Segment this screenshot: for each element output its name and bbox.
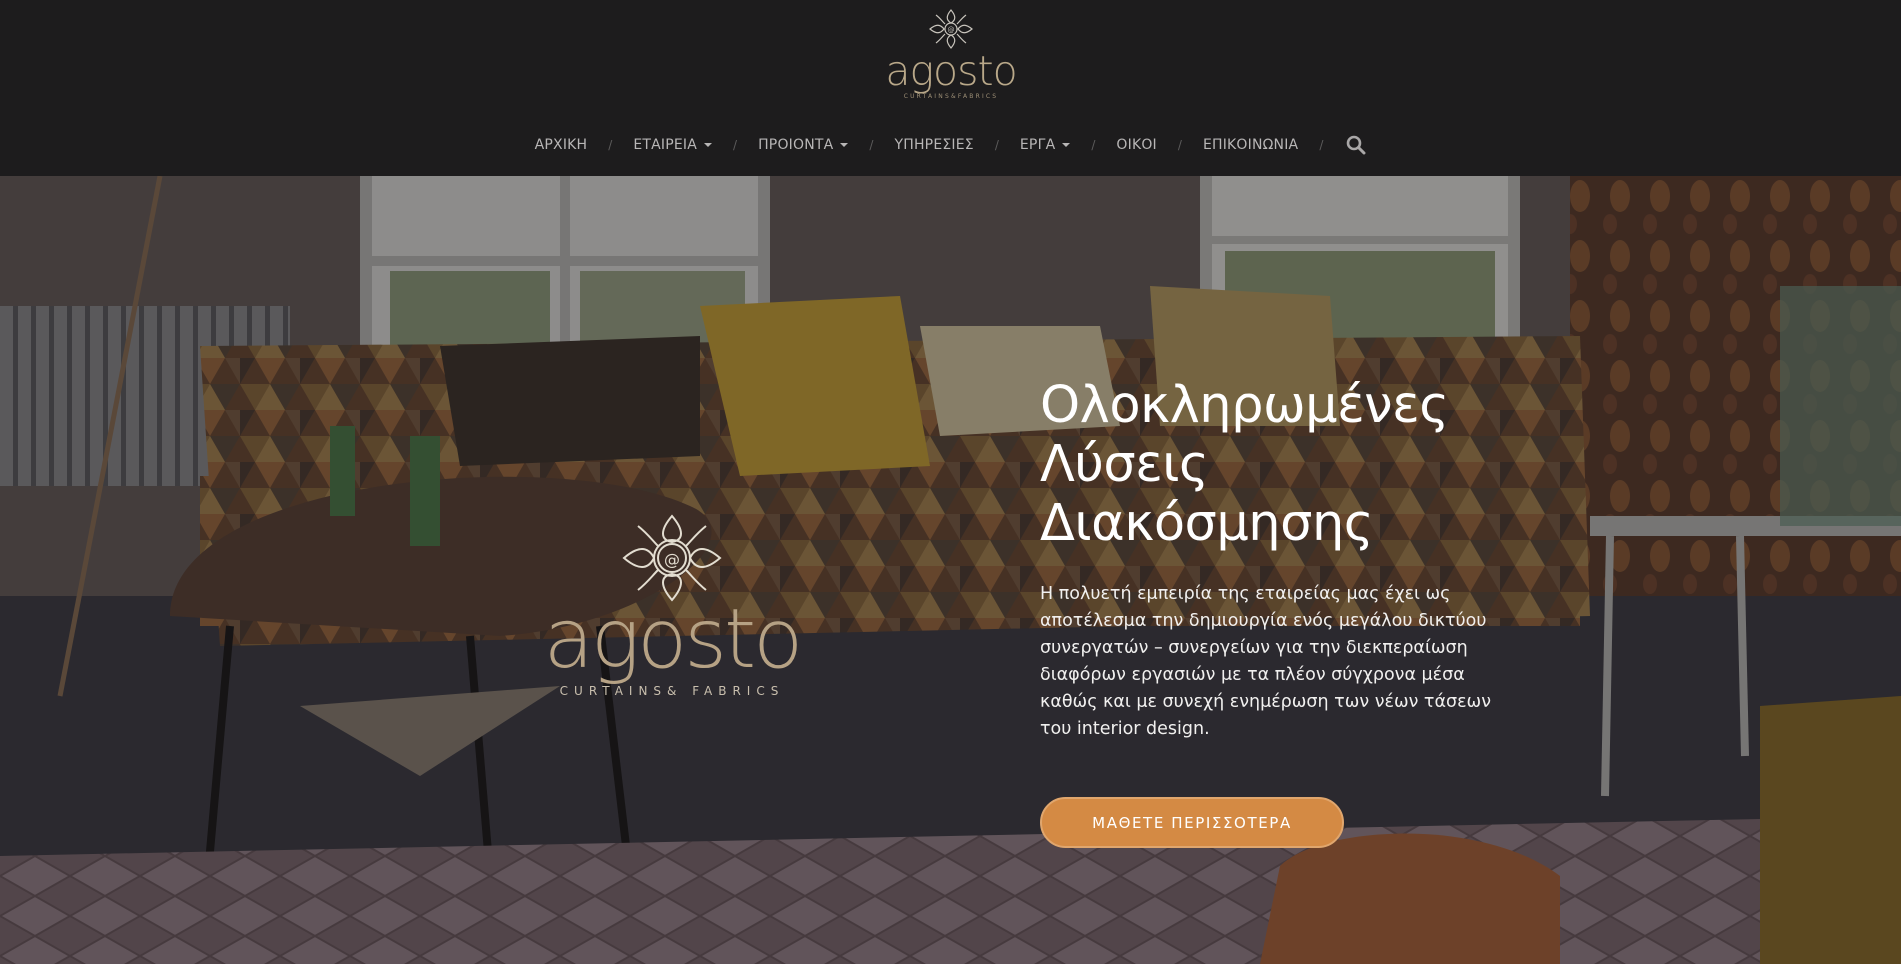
- site-header: @ agosto CURTAINS&FABRICS ΑΡΧΙΚΗ / ΕΤΑΙΡ…: [0, 0, 1901, 176]
- main-nav: ΑΡΧΙΚΗ / ΕΤΑΙΡΕΙΑ / ΠΡΟΙΟΝΤΑ / ΥΠΗΡΕΣΙΕΣ…: [0, 130, 1901, 160]
- search-icon: [1347, 135, 1366, 155]
- hero-title-line: Διακόσμησης: [1040, 494, 1374, 553]
- nav-item-houses[interactable]: ΟΙΚΟΙ: [1116, 137, 1156, 153]
- nav-label: ΟΙΚΟΙ: [1116, 137, 1157, 153]
- hero-section: @ agosto CURTAINS& FABRICS Ολοκληρωμένες…: [0, 176, 1901, 964]
- nav-separator: /: [869, 138, 874, 152]
- nav-separator: /: [1319, 138, 1324, 152]
- hero-logo-tagline: CURTAINS& FABRICS: [559, 684, 785, 698]
- nav-label: ΕΠΙΚΟΙΝΩΝΙΑ: [1202, 137, 1299, 153]
- hero-logo-wordmark: agosto: [543, 592, 804, 687]
- hero-title-line: Λύσεις: [1040, 435, 1209, 494]
- caret-down-icon: [840, 143, 849, 147]
- nav-item-projects[interactable]: ΕΡΓΑ: [1019, 137, 1071, 153]
- hero-overlay: [0, 176, 1901, 964]
- nav-separator: /: [994, 138, 999, 152]
- caret-down-icon: [704, 143, 713, 147]
- hero-logo: @ agosto CURTAINS& FABRICS: [544, 512, 803, 712]
- nav-label: ΠΡΟΙΟΝΤΑ: [758, 137, 834, 153]
- nav-separator: /: [733, 138, 738, 152]
- learn-more-button[interactable]: ΜΑΘΕΤΕ ΠΕΡΙΣΣΟΤΕΡΑ: [1040, 797, 1344, 848]
- nav-separator: /: [1091, 138, 1096, 152]
- nav-label: ΕΤΑΙΡΕΙΑ: [633, 137, 698, 153]
- nav-item-products[interactable]: ΠΡΟΙΟΝΤΑ: [758, 137, 849, 153]
- logo-emblem-icon: @: [929, 9, 973, 49]
- hero-title: Ολοκληρωμένες Λύσεις Διακόσμησης: [1040, 376, 1560, 553]
- svg-text:@: @: [664, 550, 680, 569]
- nav-item-services[interactable]: ΥΠΗΡΕΣΙΕΣ: [894, 137, 973, 153]
- hero-title-line: Ολοκληρωμένες: [1040, 376, 1449, 435]
- nav-label: ΥΠΗΡΕΣΙΕΣ: [894, 137, 974, 153]
- svg-text:@: @: [948, 26, 955, 34]
- logo-wordmark: agosto: [885, 47, 1017, 95]
- nav-item-contact[interactable]: ΕΠΙΚΟΙΝΩΝΙΑ: [1203, 137, 1298, 153]
- nav-item-company[interactable]: ΕΤΑΙΡΕΙΑ: [633, 137, 713, 153]
- nav-label: ΑΡΧΙΚΗ: [534, 137, 588, 153]
- caret-down-icon: [1062, 143, 1071, 147]
- logo-emblem-icon: @: [622, 514, 722, 602]
- site-logo[interactable]: @ agosto CURTAINS&FABRICS: [885, 6, 1018, 110]
- logo-tagline: CURTAINS&FABRICS: [903, 93, 999, 100]
- hero-description: Η πολυετή εμπειρία της εταιρείας μας έχε…: [1040, 584, 1491, 739]
- nav-separator: /: [608, 138, 613, 152]
- nav-separator: /: [1177, 138, 1182, 152]
- search-button[interactable]: [1346, 135, 1366, 155]
- nav-item-home[interactable]: ΑΡΧΙΚΗ: [535, 137, 588, 153]
- nav-label: ΕΡΓΑ: [1019, 137, 1056, 153]
